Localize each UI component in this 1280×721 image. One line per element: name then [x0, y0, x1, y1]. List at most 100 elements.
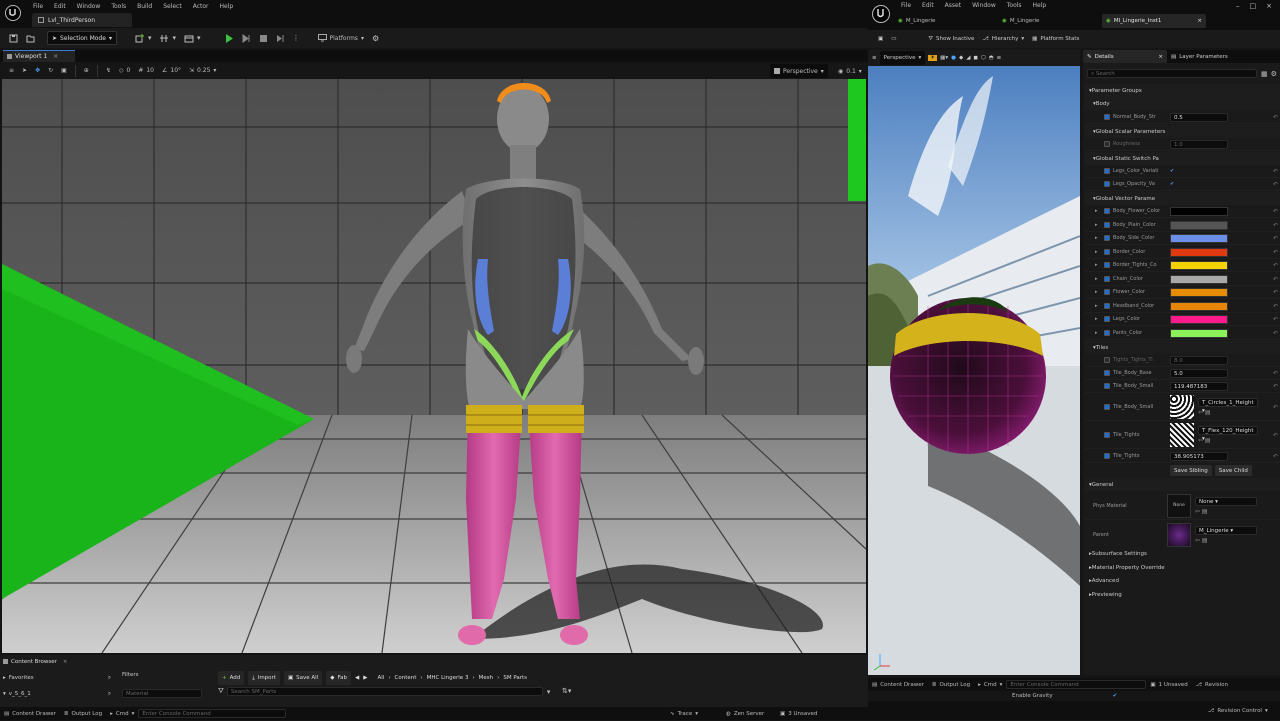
show-inactive-button[interactable]: ⛛ Show Inactive — [924, 32, 978, 46]
teapot-icon[interactable]: ◓ — [989, 55, 994, 61]
override-checkbox[interactable] — [1104, 114, 1110, 120]
override-checkbox[interactable] — [1104, 181, 1110, 187]
param-value-input[interactable]: 5.0 — [1170, 368, 1228, 378]
platforms-dropdown[interactable]: Platforms ▾ — [314, 31, 368, 45]
parent-dropdown[interactable]: M_Lingerie ▾ — [1195, 525, 1257, 535]
add-button[interactable]: + Add — [218, 671, 245, 685]
stop-icon[interactable] — [255, 31, 272, 45]
expand-arrow-icon[interactable]: ▸ — [1095, 276, 1098, 282]
override-checkbox[interactable] — [1104, 432, 1110, 438]
color-swatch[interactable] — [1170, 247, 1228, 257]
override-checkbox[interactable] — [1104, 330, 1110, 336]
checkmark-icon[interactable]: ✔ — [1170, 181, 1174, 187]
menu-help[interactable]: Help — [1033, 2, 1047, 9]
menu-edit[interactable]: Edit — [54, 3, 66, 10]
tab-m-lingerie-2[interactable]: ◉ M_Lingerie — [998, 14, 1102, 28]
color-swatch[interactable] — [1170, 274, 1228, 284]
color-swatch[interactable] — [1170, 314, 1228, 324]
breadcrumb-mhc-lingerie[interactable]: MHC Lingerie 3 — [427, 675, 469, 681]
color-swatch[interactable] — [1170, 206, 1228, 216]
history-forward-icon[interactable]: ▶ — [363, 675, 367, 681]
color-swatch[interactable] — [1170, 287, 1228, 297]
console-input[interactable]: Enter Console Command — [1006, 680, 1147, 689]
browse-icon[interactable]: ▭ — [887, 32, 900, 46]
reset-icon[interactable]: ↶ — [1273, 276, 1278, 283]
breadcrumb-mesh[interactable]: Mesh — [479, 675, 493, 681]
world-icon[interactable]: ⊕ — [80, 64, 93, 78]
section-previewing[interactable]: ▸ Previewing — [1085, 588, 1280, 601]
breadcrumb-all[interactable]: All — [377, 675, 384, 681]
search-icon[interactable]: ⌕ — [108, 691, 111, 698]
group-tiles[interactable]: ▾ Tiles — [1085, 341, 1280, 354]
more-icon[interactable]: ≡ — [997, 55, 1002, 61]
content-browser-tab[interactable]: Content Browser × — [3, 656, 68, 667]
content-drawer-button[interactable]: ▤ Content Drawer — [0, 707, 60, 721]
parameter-groups-header[interactable]: ▾ Parameter Groups — [1085, 84, 1280, 97]
history-back-icon[interactable]: ◀ — [355, 675, 359, 681]
override-checkbox[interactable] — [1104, 249, 1110, 255]
texture-actions[interactable]: ⇦ ▤ — [1198, 409, 1258, 416]
add-actor-icon[interactable]: ▾ — [131, 31, 156, 45]
asset-actions[interactable]: ⇦ ▤ — [1195, 508, 1257, 515]
checkmark-icon[interactable]: ✔ — [1170, 168, 1174, 174]
close-icon[interactable]: × — [63, 659, 68, 665]
override-checkbox[interactable] — [1104, 404, 1110, 410]
hamburger-icon[interactable]: ≡ — [5, 64, 18, 78]
maximize-icon[interactable]: □ — [1250, 2, 1257, 10]
cmd-dropdown[interactable]: ▸ Cmd ▾ — [974, 678, 1006, 692]
layer-parameters-tab[interactable]: ▤ Layer Parameters — [1167, 50, 1267, 63]
expand-arrow-icon[interactable]: ▸ — [1095, 289, 1098, 295]
revision-button[interactable]: ⎇ Revision — [1192, 678, 1232, 692]
hierarchy-button[interactable]: ⎇ Hierarchy ▾ — [978, 32, 1028, 46]
reset-icon[interactable]: ↶ — [1273, 289, 1278, 296]
menu-tools[interactable]: Tools — [111, 3, 126, 10]
section-material-override[interactable]: ▸ Material Property Override — [1085, 561, 1280, 574]
reset-icon[interactable]: ↶ — [1273, 168, 1278, 175]
param-value-input[interactable]: 119.487183 — [1170, 381, 1228, 391]
color-swatch[interactable] — [1170, 301, 1228, 311]
reset-icon[interactable]: ↶ — [1273, 404, 1278, 411]
select-arrow-icon[interactable]: ➤ — [18, 64, 31, 78]
menu-asset[interactable]: Asset — [945, 2, 961, 9]
settings-icon[interactable]: ⚙ — [1271, 70, 1277, 78]
viewport-tab[interactable]: Viewport 1 × — [3, 50, 75, 62]
save-icon[interactable]: ▣ — [874, 32, 887, 46]
console-input[interactable]: Enter Console Command — [138, 709, 287, 718]
plane-icon[interactable]: ◢ — [966, 55, 970, 61]
perspective-dropdown[interactable]: Perspective ▾ — [770, 64, 828, 78]
reset-icon[interactable]: ↶ — [1273, 222, 1278, 229]
color-swatch[interactable] — [1170, 233, 1228, 243]
override-checkbox[interactable] — [1104, 276, 1110, 282]
menu-file[interactable]: File — [901, 2, 911, 9]
menu-tools[interactable]: Tools — [1007, 2, 1022, 9]
unsaved-button[interactable]: ▣ 1 Unsaved — [1146, 678, 1191, 692]
eject-icon[interactable] — [272, 31, 289, 45]
menu-build[interactable]: Build — [137, 3, 152, 10]
details-search-input[interactable]: ⌕ Search — [1087, 69, 1257, 78]
tab-m-lingerie-1[interactable]: ◉ M_Lingerie — [894, 14, 998, 28]
level-viewport[interactable] — [2, 79, 866, 653]
reset-icon[interactable]: ↶ — [1273, 235, 1278, 242]
view-options-icon[interactable]: ▦ — [1261, 70, 1268, 78]
import-button[interactable]: ⤓ Import — [248, 671, 280, 685]
grid-icon[interactable]: ▦▾ — [940, 55, 948, 61]
override-checkbox[interactable] — [1104, 262, 1110, 268]
param-value-input[interactable]: 8.0 — [1170, 355, 1228, 365]
override-checkbox[interactable] — [1104, 168, 1110, 174]
scale-snap[interactable]: ⇲ 0.25 ▾ — [185, 64, 220, 78]
favorites-header[interactable]: ▸ Favorites ⌕ — [3, 672, 111, 684]
preview-perspective-dropdown[interactable]: Perspective ▾ — [879, 51, 926, 65]
menu-file[interactable]: File — [33, 3, 43, 10]
unsaved-button[interactable]: ▣ 3 Unsaved — [776, 707, 821, 721]
group-body[interactable]: ▾ Body — [1085, 97, 1280, 110]
cmd-dropdown[interactable]: ▸ Cmd ▾ — [106, 707, 138, 721]
cinematics-icon[interactable]: ▾ — [180, 31, 205, 45]
phys-material-thumbnail[interactable]: None — [1167, 493, 1191, 518]
settings-icon[interactable]: ⚙ — [368, 31, 383, 45]
override-checkbox[interactable] — [1104, 141, 1110, 147]
realtime-icon[interactable]: ☀ — [928, 55, 938, 61]
override-checkbox[interactable] — [1104, 453, 1110, 459]
override-checkbox[interactable] — [1104, 383, 1110, 389]
selection-mode-dropdown[interactable]: ➤ Selection Mode ▾ — [47, 31, 117, 45]
sphere-icon[interactable]: ● — [951, 55, 956, 61]
